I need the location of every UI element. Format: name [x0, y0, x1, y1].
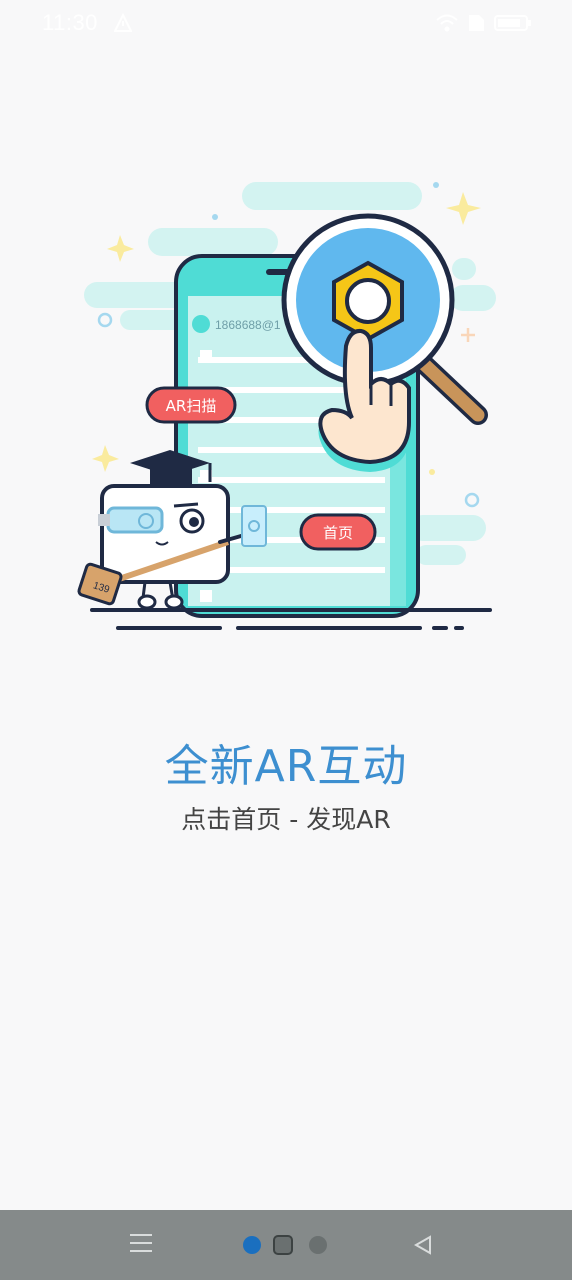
home-pill-button: 首页	[299, 513, 377, 551]
ar-scan-label: AR扫描	[166, 397, 217, 415]
alert-icon	[114, 13, 132, 32]
battery-icon	[494, 15, 531, 31]
sim-icon	[469, 15, 484, 31]
phone-account-text: 1868688@1	[215, 318, 281, 332]
ar-scan-button: AR扫描	[145, 386, 237, 424]
status-time: 11:30	[42, 10, 98, 35]
status-bar: 11:30	[0, 0, 572, 50]
menu-icon[interactable]	[130, 1234, 152, 1254]
system-nav-bar	[0, 1210, 572, 1280]
feature-headline: 全新AR互动	[164, 741, 408, 792]
back-icon[interactable]	[412, 1234, 434, 1256]
ar-illustration: 1868688@1 AR扫描 首页 139	[77, 182, 496, 630]
feature-subline: 点击首页 - 发现AR	[181, 805, 391, 834]
home-indicator-dots[interactable]	[242, 1234, 330, 1256]
home-pill-label: 首页	[323, 524, 353, 542]
splash-screen: 11:30 1868688@1 AR扫描 首页 139 全新AR互动 点击首页 …	[0, 0, 572, 1280]
wifi-icon	[436, 14, 458, 32]
